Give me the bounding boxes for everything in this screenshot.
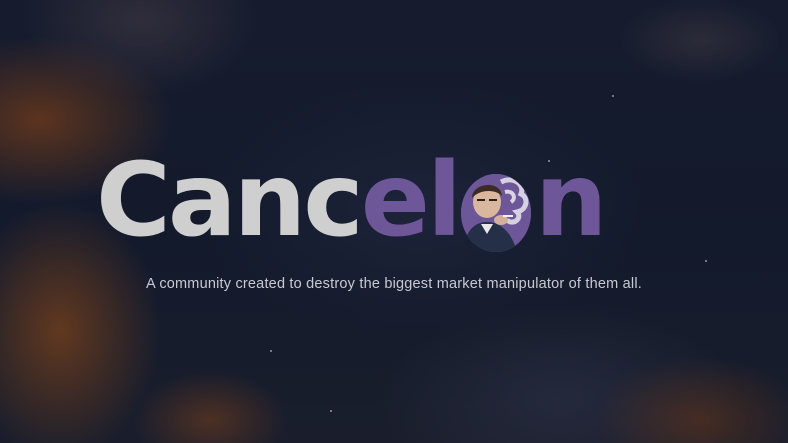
site-logo[interactable]: Canc el n bbox=[96, 141, 608, 260]
logo-text-accent-end: n bbox=[534, 141, 608, 260]
tagline: A community created to destroy the bigge… bbox=[146, 276, 642, 292]
portrait-smoking-icon bbox=[460, 174, 531, 252]
hero-section: Canc el n A community created to destroy… bbox=[0, 0, 788, 443]
logo-text-light: Canc bbox=[96, 141, 364, 260]
logo-text-accent: el bbox=[360, 141, 462, 260]
